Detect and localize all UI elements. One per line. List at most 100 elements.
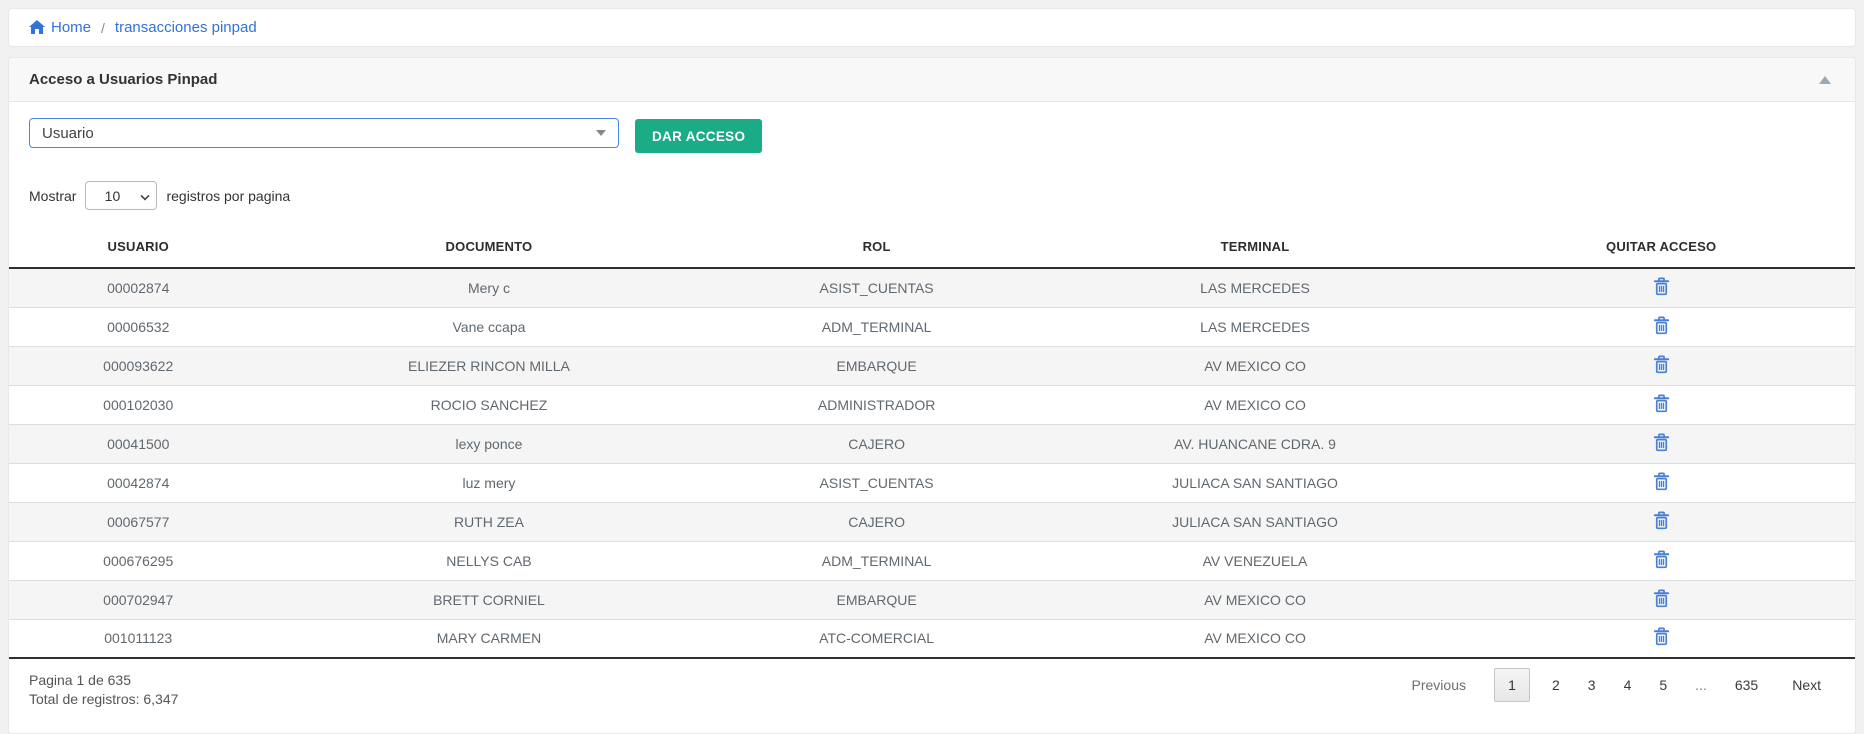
breadcrumb-current-link[interactable]: transacciones pinpad: [115, 19, 257, 36]
cell-terminal: AV. HUANCANE CDRA. 9: [1043, 424, 1468, 463]
cell-rol: ADM_TERMINAL: [710, 307, 1042, 346]
pagesize-prefix-label: Mostrar: [29, 188, 76, 204]
cell-documento: NELLYS CAB: [267, 541, 710, 580]
table-row: 000093622ELIEZER RINCON MILLAEMBARQUEAV …: [9, 346, 1855, 385]
pagination: Previous12345...635Next: [1398, 668, 1835, 702]
remove-access-button[interactable]: [1649, 548, 1674, 574]
cell-usuario: 00002874: [9, 268, 267, 307]
pagination-previous[interactable]: Previous: [1398, 668, 1480, 702]
cell-rol: CAJERO: [710, 502, 1042, 541]
pagesize-row: Mostrar 10 registros por pagina: [9, 181, 1855, 210]
trash-icon: [1653, 394, 1670, 416]
panel-body: Usuario DAR ACCESO Mostrar 10 registros …: [9, 102, 1855, 659]
dar-acceso-button[interactable]: DAR ACCESO: [635, 119, 762, 153]
trash-icon: [1653, 355, 1670, 377]
remove-access-button[interactable]: [1649, 431, 1674, 457]
trash-icon: [1653, 433, 1670, 455]
breadcrumb-home-label: Home: [51, 19, 91, 36]
pagination-page-3[interactable]: 3: [1574, 668, 1610, 702]
remove-access-button[interactable]: [1649, 275, 1674, 301]
cell-quitar-acceso: [1467, 268, 1855, 307]
cell-quitar-acceso: [1467, 502, 1855, 541]
cell-usuario: 001011123: [9, 619, 267, 658]
user-select[interactable]: Usuario: [29, 118, 619, 148]
remove-access-button[interactable]: [1649, 470, 1674, 496]
trash-icon: [1653, 277, 1670, 299]
cell-documento: Vane ccapa: [267, 307, 710, 346]
remove-access-button[interactable]: [1649, 587, 1674, 613]
breadcrumb-separator: /: [101, 20, 105, 36]
cell-documento: ELIEZER RINCON MILLA: [267, 346, 710, 385]
cell-usuario: 000102030: [9, 385, 267, 424]
cell-rol: ASIST_CUENTAS: [710, 268, 1042, 307]
total-records-label: Total de registros: 6,347: [29, 690, 178, 709]
cell-quitar-acceso: [1467, 580, 1855, 619]
pagination-page-1[interactable]: 1: [1494, 668, 1530, 702]
table-row: 00041500lexy ponceCAJEROAV. HUANCANE CDR…: [9, 424, 1855, 463]
breadcrumb: Home / transacciones pinpad: [8, 8, 1856, 47]
pagination-page-635[interactable]: 635: [1721, 668, 1772, 702]
pagination-page-5[interactable]: 5: [1645, 668, 1681, 702]
column-header-quitar-acceso: QUITAR ACCESO: [1467, 226, 1855, 268]
cell-quitar-acceso: [1467, 307, 1855, 346]
trash-icon: [1653, 316, 1670, 338]
table-row: 00067577RUTH ZEACAJEROJULIACA SAN SANTIA…: [9, 502, 1855, 541]
cell-usuario: 00006532: [9, 307, 267, 346]
cell-rol: EMBARQUE: [710, 580, 1042, 619]
panel-header: Acceso a Usuarios Pinpad: [9, 58, 1855, 102]
cell-terminal: LAS MERCEDES: [1043, 307, 1468, 346]
user-select-value: Usuario: [42, 125, 94, 142]
table-row: 00042874luz meryASIST_CUENTASJULIACA SAN…: [9, 463, 1855, 502]
cell-terminal: AV MEXICO CO: [1043, 385, 1468, 424]
table-header-row: USUARIO DOCUMENTO ROL TERMINAL QUITAR AC…: [9, 226, 1855, 268]
home-icon: [29, 20, 45, 35]
cell-usuario: 00042874: [9, 463, 267, 502]
cell-rol: ATC-COMERCIAL: [710, 619, 1042, 658]
users-table: USUARIO DOCUMENTO ROL TERMINAL QUITAR AC…: [9, 226, 1855, 659]
table-row: 00006532Vane ccapaADM_TERMINALLAS MERCED…: [9, 307, 1855, 346]
cell-usuario: 000702947: [9, 580, 267, 619]
remove-access-button[interactable]: [1649, 353, 1674, 379]
column-header-usuario: USUARIO: [9, 226, 267, 268]
remove-access-button[interactable]: [1649, 314, 1674, 340]
pagination-next[interactable]: Next: [1778, 668, 1835, 702]
column-header-documento: DOCUMENTO: [267, 226, 710, 268]
cell-quitar-acceso: [1467, 619, 1855, 658]
cell-usuario: 00067577: [9, 502, 267, 541]
table-row: 000702947BRETT CORNIELEMBARQUEAV MEXICO …: [9, 580, 1855, 619]
column-header-terminal: TERMINAL: [1043, 226, 1468, 268]
cell-rol: EMBARQUE: [710, 346, 1042, 385]
pagination-page-2[interactable]: 2: [1538, 668, 1574, 702]
cell-rol: ADM_TERMINAL: [710, 541, 1042, 580]
trash-icon: [1653, 589, 1670, 611]
table-row: 000676295NELLYS CABADM_TERMINALAV VENEZU…: [9, 541, 1855, 580]
trash-icon: [1653, 627, 1670, 649]
trash-icon: [1653, 511, 1670, 533]
page-info-label: Pagina 1 de 635: [29, 671, 178, 690]
cell-documento: Mery c: [267, 268, 710, 307]
collapse-up-icon[interactable]: [1819, 76, 1831, 84]
cell-terminal: JULIACA SAN SANTIAGO: [1043, 463, 1468, 502]
trash-icon: [1653, 550, 1670, 572]
access-panel: Acceso a Usuarios Pinpad Usuario DAR ACC…: [8, 57, 1856, 734]
cell-terminal: AV MEXICO CO: [1043, 346, 1468, 385]
cell-documento: RUTH ZEA: [267, 502, 710, 541]
cell-documento: ROCIO SANCHEZ: [267, 385, 710, 424]
table-row: 001011123MARY CARMENATC-COMERCIALAV MEXI…: [9, 619, 1855, 658]
footer-info: Pagina 1 de 635 Total de registros: 6,34…: [29, 671, 178, 709]
cell-terminal: LAS MERCEDES: [1043, 268, 1468, 307]
pagesize-select[interactable]: 10: [85, 181, 157, 210]
remove-access-button[interactable]: [1649, 625, 1674, 651]
cell-quitar-acceso: [1467, 385, 1855, 424]
remove-access-button[interactable]: [1649, 392, 1674, 418]
cell-rol: ASIST_CUENTAS: [710, 463, 1042, 502]
controls-row: Usuario DAR ACCESO: [9, 118, 1855, 153]
cell-quitar-acceso: [1467, 346, 1855, 385]
cell-documento: luz mery: [267, 463, 710, 502]
column-header-rol: ROL: [710, 226, 1042, 268]
breadcrumb-home-link[interactable]: Home: [29, 19, 91, 36]
panel-footer: Pagina 1 de 635 Total de registros: 6,34…: [9, 659, 1855, 733]
pagination-page-4[interactable]: 4: [1610, 668, 1646, 702]
trash-icon: [1653, 472, 1670, 494]
remove-access-button[interactable]: [1649, 509, 1674, 535]
